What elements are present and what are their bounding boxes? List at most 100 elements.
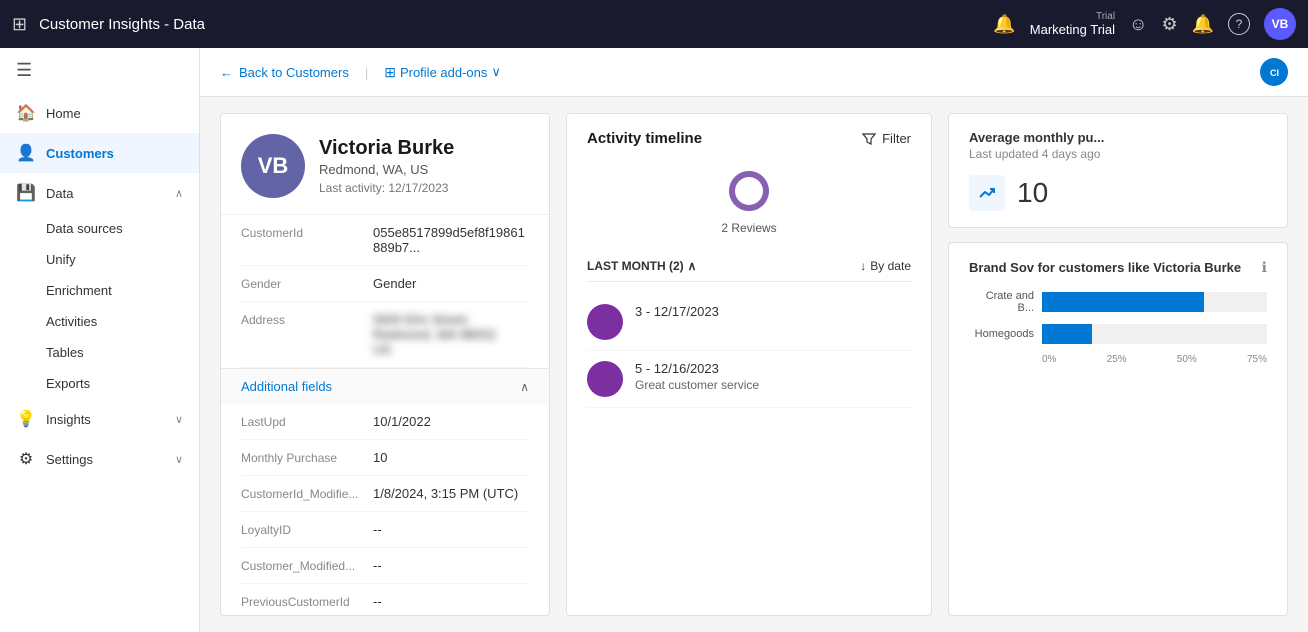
bar-fill-1 — [1042, 324, 1092, 344]
sidebar-item-settings[interactable]: ⚙ Settings ∨ — [0, 439, 199, 479]
reviews-section: 2 Reviews — [567, 157, 931, 251]
chevron-down-icon: ∨ — [175, 413, 183, 426]
smiley-icon[interactable]: ☺ — [1129, 14, 1147, 35]
home-icon: 🏠 — [16, 103, 36, 123]
sidebar-item-enrichment[interactable]: Enrichment — [0, 275, 199, 306]
page-content: VB Victoria Burke Redmond, WA, US Last a… — [200, 97, 1308, 632]
field-value-address: 5600 Elm Street,Redmond, WA 98052US — [373, 312, 496, 357]
metric-card-title: Average monthly pu... — [969, 130, 1267, 145]
chevron-down-icon: ∨ — [175, 453, 183, 466]
bar-label-0: Crate and B... — [969, 290, 1034, 314]
field-value-customer-mod: -- — [373, 558, 382, 573]
timeline-date: 5 - 12/16/2023 — [635, 361, 759, 376]
bell-icon[interactable]: 🔔 — [1192, 14, 1214, 35]
sidebar-item-unify[interactable]: Unify — [0, 244, 199, 275]
profile-addons-label: Profile add-ons — [400, 65, 487, 80]
metric-value-row: 10 — [969, 175, 1267, 211]
customer-header: VB Victoria Burke Redmond, WA, US Last a… — [221, 114, 549, 215]
field-address: Address 5600 Elm Street,Redmond, WA 9805… — [241, 302, 529, 368]
field-customerid-modified: CustomerId_Modifie... 1/8/2024, 3:15 PM … — [241, 476, 529, 512]
sidebar-item-data-sources[interactable]: Data sources — [0, 213, 199, 244]
topnav-right: 🔔 Trial Marketing Trial ☺ ⚙ 🔔 ? VB — [993, 8, 1296, 40]
bar-track-1 — [1042, 324, 1267, 344]
field-lastupd: LastUpd 10/1/2022 — [241, 404, 529, 440]
sidebar: ☰ 🏠 Home 👤 Customers 💾 Data ∧ Data sourc… — [0, 48, 200, 632]
filter-label: Filter — [882, 131, 911, 146]
brand-card-title: Brand Sov for customers like Victoria Bu… — [969, 260, 1241, 275]
ci-logo-top-right: CI — [1260, 58, 1288, 86]
bar-fill-0 — [1042, 292, 1204, 312]
insights-icon: 💡 — [16, 409, 36, 429]
field-label-monthly: Monthly Purchase — [241, 450, 361, 465]
brand-card-header: Brand Sov for customers like Victoria Bu… — [969, 259, 1267, 276]
timeline-item-1: 5 - 12/16/2023 Great customer service — [587, 351, 911, 408]
field-value-gender: Gender — [373, 276, 416, 291]
info-icon[interactable]: ℹ — [1262, 259, 1267, 276]
field-gender: Gender Gender — [241, 266, 529, 302]
sidebar-item-home[interactable]: 🏠 Home — [0, 93, 199, 133]
sidebar-item-label: Home — [46, 106, 81, 121]
x-axis-label-3: 75% — [1247, 354, 1267, 365]
field-value-lastupd: 10/1/2022 — [373, 414, 431, 429]
field-customer-modified: Customer_Modified... -- — [241, 548, 529, 584]
trial-info: Trial Marketing Trial — [1030, 11, 1115, 37]
top-navigation: ⊞ Customer Insights - Data 🔔 Trial Marke… — [0, 0, 1308, 48]
sidebar-item-data[interactable]: 💾 Data ∧ — [0, 173, 199, 213]
sidebar-item-customers[interactable]: 👤 Customers — [0, 133, 199, 173]
help-icon[interactable]: ? — [1228, 13, 1250, 35]
avatar[interactable]: VB — [1264, 8, 1296, 40]
grid-icon[interactable]: ⊞ — [12, 14, 27, 35]
timeline-desc: Great customer service — [635, 378, 759, 392]
hamburger-menu[interactable]: ☰ — [0, 48, 199, 93]
separator: | — [365, 65, 368, 80]
activity-header: Activity timeline Filter — [567, 114, 931, 157]
field-loyaltyid: LoyaltyID -- — [241, 512, 529, 548]
timeline-month-header: LAST MONTH (2) ∧ ↓ By date — [587, 251, 911, 282]
sidebar-item-label: Data — [46, 186, 73, 201]
field-monthly-purchase: Monthly Purchase 10 — [241, 440, 529, 476]
field-value-loyaltyid: -- — [373, 522, 382, 537]
x-axis-label-2: 50% — [1177, 354, 1197, 365]
sidebar-item-insights[interactable]: 💡 Insights ∨ — [0, 399, 199, 439]
field-label-lastupd: LastUpd — [241, 414, 361, 429]
sidebar-item-label: Customers — [46, 146, 114, 161]
bar-chart: Crate and B... Homegoods — [969, 290, 1267, 344]
reviews-circle-chart — [725, 167, 773, 215]
back-arrow-icon: ← — [220, 65, 233, 80]
field-value-customerid: 055e8517899d5ef8f19861889b7... — [373, 225, 529, 255]
sidebar-item-tables[interactable]: Tables — [0, 337, 199, 368]
trend-up-icon — [977, 183, 997, 203]
sidebar-item-exports[interactable]: Exports — [0, 368, 199, 399]
bar-row-1: Homegoods — [969, 324, 1267, 344]
additional-fields-header[interactable]: Additional fields ∧ — [221, 368, 549, 404]
field-value-monthly: 10 — [373, 450, 387, 465]
filter-button[interactable]: Filter — [862, 131, 911, 146]
filter-icon — [862, 132, 876, 146]
additional-fields-list: LastUpd 10/1/2022 Monthly Purchase 10 Cu… — [221, 404, 549, 616]
profile-addons-button[interactable]: ⊞ Profile add-ons ∨ — [384, 64, 501, 81]
back-button[interactable]: ← Back to Customers — [220, 65, 349, 80]
field-label-prev-customerid: PreviousCustomerId — [241, 594, 361, 609]
svg-text:CI: CI — [1270, 68, 1279, 78]
sidebar-item-activities[interactable]: Activities — [0, 306, 199, 337]
data-icon: 💾 — [16, 183, 36, 203]
settings-icon[interactable]: ⚙ — [1161, 14, 1177, 35]
notifications-icon[interactable]: 🔔 — [993, 14, 1015, 35]
ci-logo: CI — [1260, 58, 1288, 86]
app-title: Customer Insights - Data — [39, 16, 981, 33]
month-label: LAST MONTH (2) ∧ — [587, 259, 696, 273]
sort-button[interactable]: ↓ By date — [860, 259, 911, 273]
trial-label: Trial — [1096, 11, 1115, 22]
field-customer-id: CustomerId 055e8517899d5ef8f19861889b7..… — [241, 215, 529, 266]
timeline-dot — [587, 304, 623, 340]
field-value-prev-customerid: -- — [373, 594, 382, 609]
field-label-customer-mod: Customer_Modified... — [241, 558, 361, 573]
breadcrumb-bar: ← Back to Customers | ⊞ Profile add-ons … — [200, 48, 1308, 97]
bar-label-1: Homegoods — [969, 328, 1034, 340]
metric-number: 10 — [1017, 177, 1048, 209]
timeline-content: 5 - 12/16/2023 Great customer service — [635, 361, 759, 392]
customer-avatar: VB — [241, 134, 305, 198]
content-area: ← Back to Customers | ⊞ Profile add-ons … — [200, 48, 1308, 632]
chevron-up-icon: ∧ — [520, 380, 529, 394]
sort-icon: ↓ — [860, 259, 866, 273]
